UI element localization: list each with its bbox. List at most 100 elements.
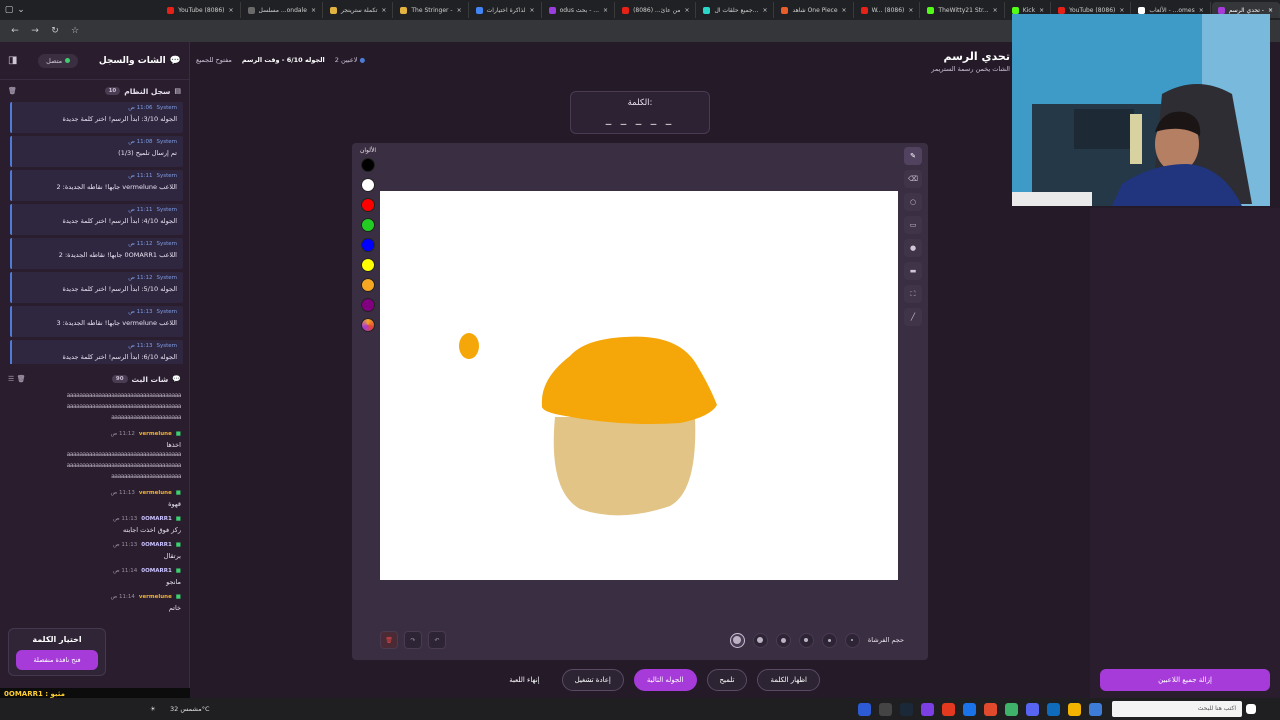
log-sender: System bbox=[156, 275, 177, 281]
filled-rectangle-icon[interactable]: ▬ bbox=[904, 262, 922, 280]
reload-icon[interactable]: ↻ bbox=[50, 26, 60, 36]
steam-icon[interactable] bbox=[900, 702, 913, 716]
color-swatch[interactable] bbox=[361, 158, 375, 172]
chat-username[interactable]: 0OMARR1 bbox=[141, 516, 172, 522]
clear-canvas-icon[interactable]: 🗑 bbox=[380, 631, 398, 649]
eraser-icon[interactable]: ⌫ bbox=[904, 170, 922, 188]
edge-icon[interactable] bbox=[1047, 702, 1060, 716]
rectangle-icon[interactable]: ▭ bbox=[904, 216, 922, 234]
circle-icon[interactable]: ○ bbox=[904, 193, 922, 211]
browser-tab[interactable]: شاهد One Piece × bbox=[775, 2, 854, 18]
app-icon-4[interactable] bbox=[984, 702, 997, 716]
redo-icon[interactable]: ↷ bbox=[404, 631, 422, 649]
tab-close-icon[interactable]: × bbox=[1199, 7, 1204, 14]
brush-size-2[interactable] bbox=[821, 632, 837, 648]
back-icon[interactable]: ← bbox=[10, 26, 20, 36]
brush-size-4[interactable] bbox=[775, 632, 791, 648]
tab-close-icon[interactable]: × bbox=[908, 7, 913, 14]
browser-tab[interactable]: The Stringer - × bbox=[394, 2, 469, 18]
log-time: 11:13 ص bbox=[128, 309, 153, 315]
settings-icon[interactable] bbox=[879, 702, 892, 716]
browser-tab[interactable]: odus بحث - ... × bbox=[543, 2, 616, 18]
chat-username[interactable]: vermelune bbox=[139, 490, 172, 496]
discord-icon[interactable] bbox=[1026, 702, 1039, 716]
tab-close-icon[interactable]: × bbox=[1119, 7, 1124, 14]
chat-username[interactable]: 0OMARR1 bbox=[141, 542, 172, 548]
taskbar-search[interactable]: اكتب هنا للبحث bbox=[1112, 701, 1242, 717]
log-time: 11:06 ص bbox=[128, 105, 153, 111]
chat-username[interactable]: vermelune bbox=[139, 594, 172, 600]
windows-start-icon[interactable] bbox=[1246, 704, 1256, 714]
brush-size-5[interactable] bbox=[752, 632, 768, 648]
fill-bucket-icon[interactable]: ⛶ bbox=[904, 285, 922, 303]
restart-button[interactable]: إعادة تشغيل bbox=[561, 669, 624, 691]
app-icon-2[interactable] bbox=[921, 702, 934, 716]
color-swatch[interactable] bbox=[361, 198, 375, 212]
bookmark-star-icon[interactable]: ☆ bbox=[70, 26, 80, 36]
undo-icon[interactable]: ↶ bbox=[428, 631, 446, 649]
app-icon-3[interactable] bbox=[942, 702, 955, 716]
browser-tab[interactable]: TheWitty21 Str... × bbox=[921, 2, 1005, 18]
brush-size-1[interactable] bbox=[844, 632, 860, 648]
tab-search-icon[interactable]: ⌄ bbox=[16, 5, 26, 15]
color-swatch[interactable] bbox=[361, 238, 375, 252]
custom-color-picker-icon[interactable] bbox=[361, 318, 375, 332]
chrome-icon[interactable] bbox=[963, 702, 976, 716]
browser-tab[interactable]: YouTube (8086) × bbox=[161, 2, 241, 18]
word-box: الكلمة: _ _ _ _ _ bbox=[570, 91, 710, 134]
color-swatch[interactable] bbox=[361, 298, 375, 312]
app-icon-6[interactable] bbox=[1089, 702, 1102, 716]
chat-username[interactable]: 0OMARR1 bbox=[141, 568, 172, 574]
tab-close-icon[interactable]: × bbox=[603, 7, 608, 14]
chat-time: 11:14 ص bbox=[110, 594, 135, 600]
app-icon-1[interactable] bbox=[858, 702, 871, 716]
tab-close-icon[interactable]: × bbox=[1039, 7, 1044, 14]
tab-close-icon[interactable]: × bbox=[457, 7, 462, 14]
forward-icon[interactable]: → bbox=[30, 26, 40, 36]
next-round-button[interactable]: الجوله التالية bbox=[633, 669, 697, 691]
browser-tab[interactable]: جميع حلقات ال... × bbox=[697, 2, 775, 18]
window-menu-icon[interactable]: ▢ bbox=[4, 5, 14, 15]
color-swatch[interactable] bbox=[361, 218, 375, 232]
drawing-svg bbox=[459, 333, 717, 516]
chat-meta: ■ 0OMARR1 11:13 ص bbox=[8, 516, 181, 522]
open-window-button[interactable]: فتح نافذة منفصلة bbox=[16, 650, 98, 670]
tab-close-icon[interactable]: × bbox=[229, 7, 234, 14]
color-swatch[interactable] bbox=[361, 258, 375, 272]
end-game-button[interactable]: إنهاء اللعبة bbox=[497, 669, 551, 691]
chat-username[interactable]: vermelune bbox=[139, 431, 172, 437]
explorer-icon[interactable] bbox=[1068, 702, 1081, 716]
sidebar-collapse-icon[interactable]: ◨ bbox=[8, 55, 17, 66]
tab-close-icon[interactable]: × bbox=[993, 7, 998, 14]
webcam-overlay bbox=[1012, 14, 1270, 206]
brush-size-6[interactable] bbox=[729, 632, 745, 648]
line-icon[interactable]: ╱ bbox=[904, 308, 922, 326]
tab-label: تكملة سترينجر bbox=[340, 6, 378, 14]
browser-tab[interactable]: تكملة سترينجر × bbox=[324, 2, 394, 18]
browser-tab[interactable]: W... (8086) × bbox=[855, 2, 921, 18]
app-icon-5[interactable] bbox=[1005, 702, 1018, 716]
tab-close-icon[interactable]: × bbox=[530, 7, 535, 14]
tab-close-icon[interactable]: × bbox=[684, 7, 689, 14]
tab-close-icon[interactable]: × bbox=[311, 7, 316, 14]
log-meta: System 11:11 ص bbox=[18, 173, 177, 179]
stream-chat-header: ☰ 🗑 90 شات البث 💬 bbox=[0, 368, 189, 390]
browser-tab[interactable]: من عائ... (8086) × bbox=[616, 2, 697, 18]
hint-button[interactable]: تلميح bbox=[706, 669, 748, 691]
tab-close-icon[interactable]: × bbox=[842, 7, 847, 14]
tab-close-icon[interactable]: × bbox=[381, 7, 386, 14]
brush-size-3[interactable] bbox=[798, 632, 814, 648]
filter-icon[interactable]: ☰ 🗑 bbox=[8, 375, 26, 383]
browser-tab[interactable]: لذاكرة اختيارات × bbox=[470, 2, 542, 18]
trash-icon[interactable]: 🗑 bbox=[8, 87, 17, 95]
tab-close-icon[interactable]: × bbox=[762, 7, 767, 14]
drawing-canvas[interactable] bbox=[380, 191, 898, 580]
filled-circle-icon[interactable]: ● bbox=[904, 239, 922, 257]
color-swatch[interactable] bbox=[361, 178, 375, 192]
tab-close-icon[interactable]: × bbox=[1268, 7, 1273, 14]
color-swatch[interactable] bbox=[361, 278, 375, 292]
pencil-icon[interactable]: ✎ bbox=[904, 147, 922, 165]
browser-tab[interactable]: مسلسل ...ondale × bbox=[242, 2, 323, 18]
reveal-word-button[interactable]: اظهار الكلمة bbox=[757, 669, 820, 691]
remove-all-players-button[interactable]: إزالة جميع اللاعبين bbox=[1100, 669, 1270, 691]
